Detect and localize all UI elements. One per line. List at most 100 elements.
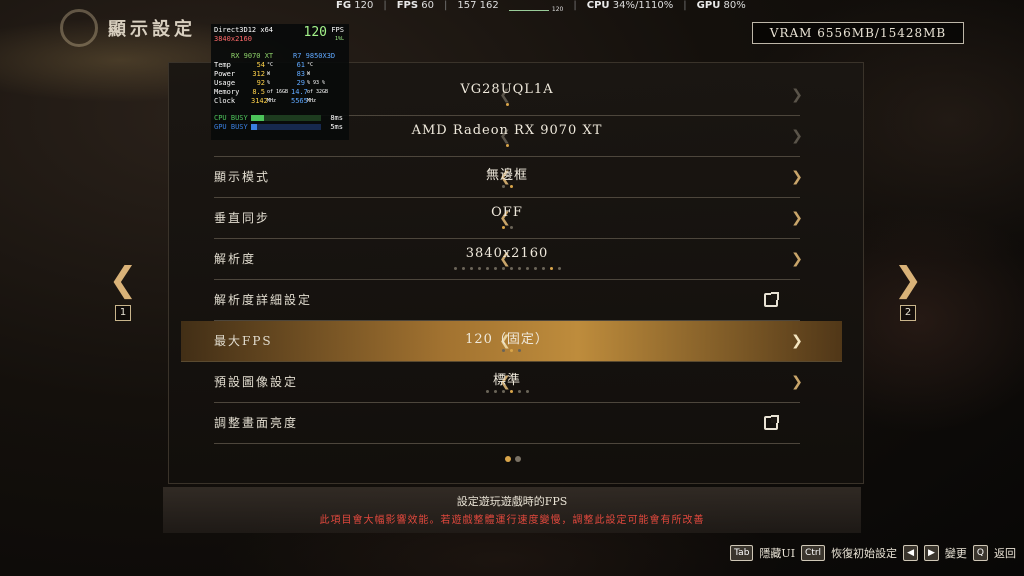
osd-fps: 120 bbox=[303, 25, 327, 40]
osd-cpu-value: 29 bbox=[296, 79, 305, 87]
osd-cpu-busy-label: CPU BUSY bbox=[214, 114, 248, 122]
option-dot bbox=[501, 267, 505, 270]
osd-cpu-unit: % 93 % bbox=[307, 80, 326, 86]
setting-row[interactable]: 解析度詳細設定 bbox=[214, 280, 800, 321]
osd-gpu-busy-bar bbox=[251, 124, 321, 130]
tab-key[interactable]: Tab bbox=[730, 545, 754, 561]
osd-api: Direct3D12 x64 bbox=[214, 26, 274, 34]
setting-row[interactable]: 調整畫面亮度 bbox=[214, 403, 800, 444]
option-dots bbox=[214, 144, 800, 147]
option-dot bbox=[493, 267, 497, 270]
footer-hints: Tab 隱藏UI Ctrl 恢復初始設定 ◀ ▶ 變更 Q 返回 bbox=[730, 545, 1016, 561]
next-page-arrow[interactable]: ❯ bbox=[893, 262, 923, 298]
next-page-key: 2 bbox=[900, 305, 916, 321]
osd-fps-label: FPS bbox=[331, 26, 344, 34]
setting-label: 預設圖像設定 bbox=[214, 375, 299, 389]
osd-gpu-unit: % bbox=[267, 80, 271, 86]
setting-value: VG28UQL1A bbox=[460, 82, 554, 97]
option-dot bbox=[502, 349, 505, 352]
osd-gpu-value: 8.5 bbox=[252, 88, 265, 96]
option-dot bbox=[505, 144, 509, 147]
osd-gpu-value: 3142 bbox=[251, 97, 268, 105]
gpu-readout: GPU 80% bbox=[696, 0, 746, 11]
setting-row[interactable]: 預設圖像設定 ❮ 標準 ❯ bbox=[214, 362, 803, 403]
chevron-right-icon[interactable]: ❯ bbox=[790, 128, 804, 144]
chevron-right-icon[interactable]: ❯ bbox=[790, 374, 804, 390]
header: 顯示設定 bbox=[60, 8, 196, 48]
description-warning: 此項目會大幅影響效能。若遊戲整體運行速度變慢，調整此設定可能會有所改善 bbox=[319, 515, 705, 526]
chevron-right-icon[interactable]: ❯ bbox=[790, 333, 804, 349]
page-indicator bbox=[505, 456, 521, 462]
osd-cpu-busy-value: 8ms bbox=[330, 114, 343, 122]
option-dot bbox=[533, 267, 537, 270]
osd-row-label: Memory bbox=[214, 88, 240, 96]
osd-row-label: Power bbox=[214, 70, 236, 78]
setting-value: 無邊框 bbox=[485, 168, 528, 183]
osd-cpu-value: 14.7 bbox=[291, 88, 308, 96]
osd-row-label: Temp bbox=[214, 61, 231, 69]
setting-row[interactable]: 解析度 ❮ 3840x2160 ❯ bbox=[214, 239, 803, 280]
prev-page-arrow[interactable]: ❮ bbox=[108, 262, 138, 298]
page-dot bbox=[505, 456, 511, 462]
cpu-readout: CPU 34%/1110% bbox=[586, 0, 674, 11]
option-dot bbox=[509, 390, 513, 393]
ctrl-key[interactable]: Ctrl bbox=[801, 545, 826, 561]
external-link-icon[interactable] bbox=[764, 415, 779, 430]
option-dot bbox=[453, 267, 457, 270]
osd-cpu-value: 61 bbox=[296, 61, 305, 69]
osd-cpu-unit: W bbox=[307, 71, 311, 77]
setting-value: 120（固定） bbox=[465, 332, 549, 347]
q-key[interactable]: Q bbox=[972, 545, 988, 561]
option-dot bbox=[518, 349, 521, 352]
setting-label: 最大FPS bbox=[214, 334, 273, 348]
option-dot bbox=[549, 267, 553, 270]
setting-label: 垂直同步 bbox=[214, 211, 271, 225]
option-dots bbox=[214, 390, 800, 393]
chevron-right-icon[interactable]: ❯ bbox=[790, 251, 804, 267]
option-dot bbox=[469, 267, 473, 270]
osd-gpu-unit: of 16GB bbox=[267, 89, 289, 95]
osd-gpu-busy-label: GPU BUSY bbox=[214, 123, 248, 131]
chevron-right-icon[interactable]: ❯ bbox=[790, 210, 804, 226]
performance-overlay-bar: FG 120 | FPS 60 | 157 162 120 | CPU 34%/… bbox=[336, 0, 746, 13]
setting-label: 調整畫面亮度 bbox=[214, 416, 299, 430]
option-dot bbox=[525, 390, 529, 393]
left-key-icon[interactable]: ◀ bbox=[903, 545, 918, 561]
osd-gpu-value: 312 bbox=[252, 70, 265, 78]
setting-row[interactable]: 最大FPS ❮ 120（固定） ❯ bbox=[181, 321, 842, 362]
osd-gpu-unit: °C bbox=[267, 62, 274, 68]
osd-cpu-name: R7 9850X3D bbox=[293, 52, 336, 60]
external-link-icon[interactable] bbox=[764, 292, 779, 307]
option-dot bbox=[509, 267, 513, 270]
option-dot bbox=[509, 185, 513, 188]
osd-gpu-unit: MHz bbox=[267, 98, 277, 104]
option-dot bbox=[477, 267, 481, 270]
option-dot bbox=[509, 226, 513, 229]
setting-label: 解析度 bbox=[214, 252, 257, 266]
option-dot bbox=[501, 185, 505, 188]
option-dots bbox=[214, 267, 800, 270]
setting-row[interactable]: 顯示模式 ❮ 無邊框 ❯ bbox=[214, 157, 803, 198]
osd-row-label: Usage bbox=[214, 79, 236, 87]
reset-label: 恢復初始設定 bbox=[831, 547, 898, 560]
setting-label: 顯示模式 bbox=[214, 170, 271, 184]
fg-readout: FG 120 bbox=[336, 0, 374, 11]
vram-indicator: VRAM 6556MB/15428MB bbox=[752, 22, 964, 44]
osd-gpu-value: 54 bbox=[256, 61, 265, 69]
frametime-readout: 157 162 bbox=[457, 0, 499, 11]
description-title: 設定遊玩遊戲時的FPS bbox=[456, 495, 568, 508]
osd-gpu-unit: W bbox=[267, 71, 271, 77]
chevron-right-icon[interactable]: ❯ bbox=[790, 169, 804, 185]
gear-icon bbox=[60, 9, 98, 47]
right-key-icon[interactable]: ▶ bbox=[923, 545, 939, 561]
option-dots bbox=[181, 349, 842, 352]
chevron-right-icon[interactable]: ❯ bbox=[790, 87, 804, 103]
page-title: 顯示設定 bbox=[108, 19, 196, 40]
osd-cpu-unit: of 32GB bbox=[307, 89, 329, 95]
osd-gpu-busy-value: 5ms bbox=[330, 123, 343, 131]
setting-row[interactable]: 垂直同步 ❮ OFF ❯ bbox=[214, 198, 803, 239]
option-dot bbox=[525, 267, 529, 270]
option-dot bbox=[461, 267, 465, 270]
osd-cpu-value: 5565 bbox=[291, 97, 308, 105]
setting-value: 標準 bbox=[492, 373, 521, 388]
